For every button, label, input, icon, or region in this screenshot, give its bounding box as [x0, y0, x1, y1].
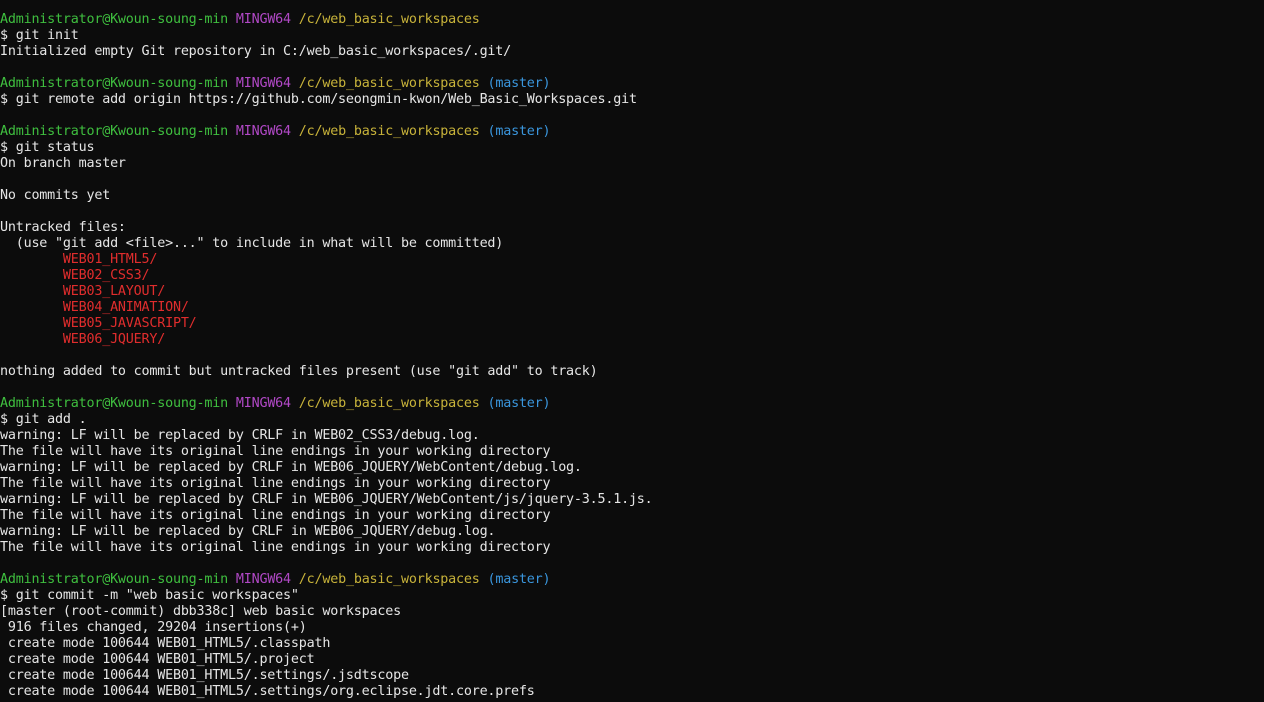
prompt-user: Administrator@Kwoun-soung-min: [0, 396, 228, 411]
untracked-file-name: WEB04_ANIMATION/: [0, 300, 189, 315]
output-text: create mode 100644 WEB01_HTML5/.classpat…: [0, 636, 331, 651]
command-text: $ git status: [0, 140, 95, 155]
output-line: The file will have its original line end…: [0, 540, 1264, 556]
output-text: The file will have its original line end…: [0, 508, 551, 523]
output-text: (use "git add <file>..." to include in w…: [0, 236, 504, 251]
prompt-path: /c/web_basic_workspaces: [298, 124, 480, 139]
output-text: The file will have its original line end…: [0, 444, 551, 459]
output-line: The file will have its original line end…: [0, 444, 1264, 460]
untracked-file: WEB05_JAVASCRIPT/: [0, 316, 1264, 332]
prompt-path: /c/web_basic_workspaces: [298, 76, 480, 91]
command-text: $ git commit -m "web basic workspaces": [0, 588, 299, 603]
command-text: $ git add .: [0, 412, 87, 427]
output-text: The file will have its original line end…: [0, 540, 551, 555]
output-text: create mode 100644 WEB01_HTML5/.settings…: [0, 684, 535, 699]
prompt-env: MINGW64: [235, 396, 291, 411]
output-text: Initialized empty Git repository in C:/w…: [0, 44, 512, 59]
command-line: $ git commit -m "web basic workspaces": [0, 588, 1264, 604]
prompt-line: Administrator@Kwoun-soung-min MINGW64 /c…: [0, 76, 1264, 92]
output-line: The file will have its original line end…: [0, 476, 1264, 492]
untracked-file: WEB01_HTML5/: [0, 252, 1264, 268]
prompt-path: /c/web_basic_workspaces: [298, 396, 480, 411]
output-line: warning: LF will be replaced by CRLF in …: [0, 460, 1264, 476]
output-line: nothing added to commit but untracked fi…: [0, 364, 1264, 380]
untracked-file-name: WEB01_HTML5/: [0, 252, 158, 267]
output-line: The file will have its original line end…: [0, 508, 1264, 524]
prompt-env: MINGW64: [235, 12, 291, 27]
output-text: No commits yet: [0, 188, 111, 203]
untracked-file: WEB03_LAYOUT/: [0, 284, 1264, 300]
output-line: (use "git add <file>..." to include in w…: [0, 236, 1264, 252]
output-text: create mode 100644 WEB01_HTML5/.project: [0, 652, 315, 667]
output-text: The file will have its original line end…: [0, 476, 551, 491]
command-line: $ git status: [0, 140, 1264, 156]
output-line: create mode 100644 WEB01_HTML5/.settings…: [0, 684, 1264, 700]
output-line: warning: LF will be replaced by CRLF in …: [0, 492, 1264, 508]
output-line: create mode 100644 WEB01_HTML5/.project: [0, 652, 1264, 668]
prompt-path: /c/web_basic_workspaces: [298, 572, 480, 587]
prompt-branch: (master): [487, 124, 551, 139]
prompt-line: Administrator@Kwoun-soung-min MINGW64 /c…: [0, 12, 1264, 28]
prompt-line: Administrator@Kwoun-soung-min MINGW64 /c…: [0, 124, 1264, 140]
output-text: warning: LF will be replaced by CRLF in …: [0, 524, 496, 539]
prompt-path: /c/web_basic_workspaces: [298, 12, 480, 27]
prompt-user: Administrator@Kwoun-soung-min: [0, 572, 228, 587]
output-line: 916 files changed, 29204 insertions(+): [0, 620, 1264, 636]
prompt-user: Administrator@Kwoun-soung-min: [0, 12, 228, 27]
prompt-user: Administrator@Kwoun-soung-min: [0, 124, 228, 139]
output-line: warning: LF will be replaced by CRLF in …: [0, 428, 1264, 444]
output-text: nothing added to commit but untracked fi…: [0, 364, 598, 379]
command-line: $ git remote add origin https://github.c…: [0, 92, 1264, 108]
untracked-file-name: WEB02_CSS3/: [0, 268, 150, 283]
untracked-file: WEB02_CSS3/: [0, 268, 1264, 284]
output-text: Untracked files:: [0, 220, 126, 235]
prompt-branch: (master): [487, 572, 551, 587]
untracked-file: WEB04_ANIMATION/: [0, 300, 1264, 316]
output-line: create mode 100644 WEB01_HTML5/.settings…: [0, 668, 1264, 684]
output-text: warning: LF will be replaced by CRLF in …: [0, 460, 582, 475]
command-text: $ git init: [0, 28, 79, 43]
output-text: On branch master: [0, 156, 126, 171]
prompt-env: MINGW64: [235, 572, 291, 587]
prompt-line: Administrator@Kwoun-soung-min MINGW64 /c…: [0, 396, 1264, 412]
output-line: On branch master: [0, 156, 1264, 172]
output-text: 916 files changed, 29204 insertions(+): [0, 620, 307, 635]
untracked-file-name: WEB05_JAVASCRIPT/: [0, 316, 197, 331]
prompt-line: Administrator@Kwoun-soung-min MINGW64 /c…: [0, 572, 1264, 588]
output-text: warning: LF will be replaced by CRLF in …: [0, 428, 480, 443]
output-line: Untracked files:: [0, 220, 1264, 236]
prompt-branch: (master): [487, 76, 551, 91]
output-line: warning: LF will be replaced by CRLF in …: [0, 524, 1264, 540]
output-line: create mode 100644 WEB01_HTML5/.classpat…: [0, 636, 1264, 652]
prompt-branch: (master): [487, 396, 551, 411]
command-line: $ git init: [0, 28, 1264, 44]
untracked-file-name: WEB03_LAYOUT/: [0, 284, 166, 299]
terminal-window[interactable]: Administrator@Kwoun-soung-min MINGW64 /c…: [0, 0, 1264, 702]
output-line: [master (root-commit) dbb338c] web basic…: [0, 604, 1264, 620]
output-line: No commits yet: [0, 188, 1264, 204]
command-text: $ git remote add origin https://github.c…: [0, 92, 637, 107]
prompt-env: MINGW64: [235, 76, 291, 91]
prompt-user: Administrator@Kwoun-soung-min: [0, 76, 228, 91]
command-line: $ git add .: [0, 412, 1264, 428]
prompt-env: MINGW64: [235, 124, 291, 139]
output-line: Initialized empty Git repository in C:/w…: [0, 44, 1264, 60]
untracked-file-name: WEB06_JQUERY/: [0, 332, 166, 347]
output-text: warning: LF will be replaced by CRLF in …: [0, 492, 653, 507]
output-text: create mode 100644 WEB01_HTML5/.settings…: [0, 668, 409, 683]
untracked-file: WEB06_JQUERY/: [0, 332, 1264, 348]
output-text: [master (root-commit) dbb338c] web basic…: [0, 604, 401, 619]
